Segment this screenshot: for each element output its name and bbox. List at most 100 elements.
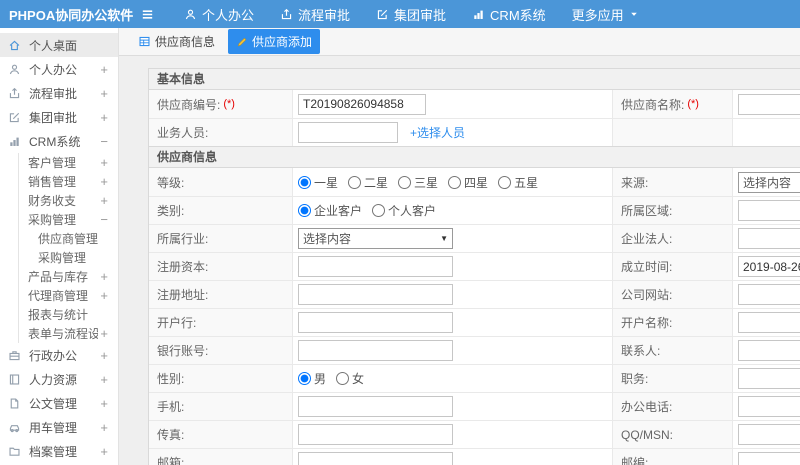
field-所属区域[interactable] [738,200,800,221]
tab-供应商添加[interactable]: 供应商添加 [228,29,321,54]
sidebar-item-人力资源[interactable]: 人力资源 + [0,367,118,391]
sidebar-item-客户管理[interactable]: 客户管理 + [19,153,118,172]
radio-女[interactable] [336,372,350,385]
field-等级-option-四星[interactable]: 四星 [448,174,488,191]
expand-toggle-icon[interactable]: + [100,444,108,459]
field-等级-option-三星[interactable]: 三星 [398,174,438,191]
field-传真[interactable] [298,424,453,445]
expand-toggle-icon[interactable]: − [100,212,108,227]
sidebar-item-label: 表单与流程设置 [28,327,98,341]
field-来源[interactable]: 选择内容▼ [738,171,800,193]
radio-男[interactable] [298,372,311,385]
field-供应商编号[interactable] [298,93,426,115]
field-手机[interactable] [298,396,453,417]
field-QQ/MSN[interactable] [738,424,800,445]
tab-供应商信息[interactable]: 供应商信息 [130,29,223,54]
field-类别-option-个人客户[interactable]: 个人客户 [372,202,436,219]
sidebar-item-供应商管理[interactable]: 供应商管理 [27,229,118,248]
tab-label: 供应商信息 [155,35,216,49]
form-row: 供应商编号:(*) 供应商名称:(*) [149,90,800,118]
sidebar-item-个人桌面[interactable]: 个人桌面 [0,33,118,57]
field-办公电话[interactable] [738,396,800,417]
radio-个人客户[interactable] [372,204,386,217]
sidebar-item-label: 流程审批 [29,86,78,101]
expand-toggle-icon[interactable]: + [100,110,108,125]
expand-toggle-icon[interactable]: + [100,62,108,77]
radio-企业客户[interactable] [298,204,311,217]
expand-toggle-icon[interactable]: + [100,155,108,170]
expand-toggle-icon[interactable]: + [100,348,108,363]
sidebar-item-行政办公[interactable]: 行政办公 + [0,343,118,367]
field-等级-option-一星[interactable]: 一星 [298,174,338,191]
sidebar-item-产品与库存[interactable]: 产品与库存 + [19,267,118,286]
expand-toggle-icon[interactable]: + [100,420,108,435]
field-等级-option-二星[interactable]: 二星 [348,174,388,191]
nav-label: 更多应用 [571,7,624,23]
form-row: 等级: 一星二星三星四星五星 来源:选择内容▼ [149,168,800,196]
field-开户名称[interactable] [738,312,800,333]
sidebar-item-label: 采购管理 [38,251,87,265]
expand-toggle-icon[interactable]: + [100,193,108,208]
field-供应商名称[interactable] [738,93,800,115]
menu-icon[interactable] [140,7,155,22]
sidebar-item-表单与流程设置[interactable]: 表单与流程设置+ [19,324,118,343]
expand-toggle-icon[interactable]: + [100,396,108,411]
field-职务[interactable] [738,368,800,389]
topnav-item-流程审批[interactable]: 流程审批 [267,0,363,28]
radio-一星[interactable] [298,175,311,189]
sidebar-item-代理商管理[interactable]: 代理商管理 + [19,286,118,305]
sidebar-item-label: 集团审批 [29,110,78,125]
topnav-item-个人办公[interactable]: 个人办公 [171,0,267,28]
sidebar-item-label: 财务收支 [28,194,77,208]
sidebar-item-流程审批[interactable]: 流程审批 + [0,81,118,105]
sidebar-item-销售管理[interactable]: 销售管理 + [19,172,118,191]
sidebar-item-公文管理[interactable]: 公文管理 + [0,391,118,415]
field-成立时间[interactable] [738,256,800,277]
section-title: 供应商信息 [149,147,800,168]
field-性别-option-女[interactable]: 女 [336,370,364,387]
field-邮编[interactable] [738,452,800,465]
field-银行账号[interactable] [298,340,453,361]
expand-toggle-icon[interactable]: − [100,134,108,149]
sidebar-item-用车管理[interactable]: 用车管理 + [0,415,118,439]
field-注册地址[interactable] [298,284,453,305]
expand-toggle-icon[interactable]: + [100,372,108,387]
field-联系人[interactable] [738,340,800,361]
field-邮箱[interactable] [298,452,453,465]
select-person-link[interactable]: +选择人员 [410,124,465,141]
sidebar-item-集团审批[interactable]: 集团审批 + [0,105,118,129]
radio-三星[interactable] [398,175,412,189]
sidebar-item-财务收支[interactable]: 财务收支 + [19,191,118,210]
expand-toggle-icon[interactable]: + [100,86,108,101]
field-业务人员[interactable] [298,122,398,143]
sidebar-item-采购管理[interactable]: 采购管理 − [19,210,118,229]
field-label: 供应商名称: (*) [613,90,733,118]
expand-toggle-icon[interactable]: + [100,326,108,341]
field-类别-option-企业客户[interactable]: 企业客户 [298,202,362,219]
field-注册资本[interactable] [298,256,453,277]
field-公司网站[interactable] [738,284,800,305]
topnav-more-apps[interactable]: 更多应用 [559,0,652,28]
radio-五星[interactable] [498,175,512,189]
field-label: 联系人: [613,337,733,364]
expand-toggle-icon[interactable]: + [100,269,108,284]
topnav-item-集团审批[interactable]: 集团审批 [363,0,459,28]
briefcase-icon [8,349,23,362]
form-row: 注册地址: 公司网站: [149,280,800,308]
field-开户行[interactable] [298,312,453,333]
radio-二星[interactable] [348,175,362,189]
radio-四星[interactable] [448,175,462,189]
field-等级-option-五星[interactable]: 五星 [498,174,538,191]
field-label: 所属区域: [613,197,733,224]
expand-toggle-icon[interactable]: + [100,174,108,189]
topnav-item-CRM系统[interactable]: CRM系统 [459,0,559,28]
field-企业法人[interactable] [738,228,800,249]
sidebar-item-CRM系统[interactable]: CRM系统 − [0,129,118,153]
sidebar-item-报表与统计[interactable]: 报表与统计 [19,305,118,324]
field-性别-option-男[interactable]: 男 [298,370,326,387]
expand-toggle-icon[interactable]: + [100,288,108,303]
sidebar-item-档案管理[interactable]: 档案管理 + [0,439,118,463]
sidebar-item-个人办公[interactable]: 个人办公 + [0,57,118,81]
sidebar-item-采购管理[interactable]: 采购管理 [27,248,118,267]
field-所属行业[interactable]: 选择内容 ▼ [298,228,453,249]
